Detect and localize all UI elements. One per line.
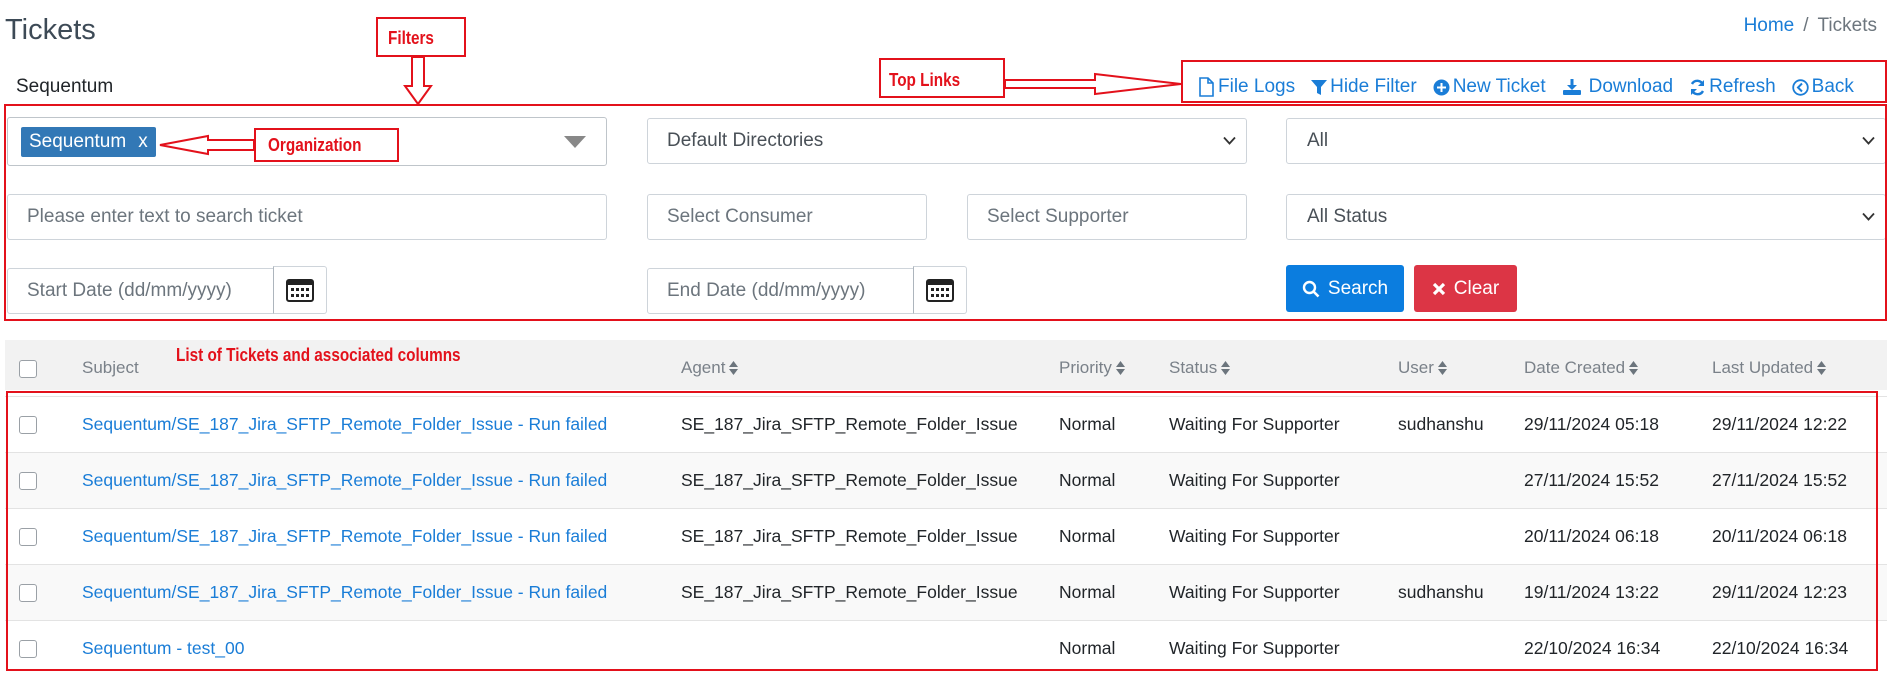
filters-annotation-label: Filters xyxy=(388,28,434,48)
sort-icon xyxy=(729,361,739,375)
column-header-date-created[interactable]: Date Created xyxy=(1524,358,1639,378)
page-title: Tickets xyxy=(5,14,96,46)
breadcrumb-separator: / xyxy=(1803,15,1809,36)
breadcrumb-current: Tickets xyxy=(1817,15,1877,36)
column-header-label: Status xyxy=(1169,358,1218,377)
column-header-status[interactable]: Status xyxy=(1169,358,1231,378)
column-header-label: Agent xyxy=(681,358,726,377)
breadcrumb: Home / Tickets xyxy=(1744,15,1877,37)
sort-icon xyxy=(1437,361,1447,375)
column-header-last-updated[interactable]: Last Updated xyxy=(1712,358,1827,378)
select-all-checkbox[interactable] xyxy=(19,360,37,378)
breadcrumb-home-link[interactable]: Home xyxy=(1744,15,1795,37)
sort-icon xyxy=(1817,361,1827,375)
column-header-label: Last Updated xyxy=(1712,358,1814,377)
column-header-agent[interactable]: Agent xyxy=(681,358,739,378)
top-links-arrow xyxy=(1004,72,1182,96)
column-header-label: Subject xyxy=(82,358,139,377)
filters-arrow xyxy=(403,56,433,106)
top-links-annotation-box xyxy=(1181,60,1887,103)
column-header-label: Priority xyxy=(1059,358,1112,377)
column-header-label: Date Created xyxy=(1524,358,1626,377)
column-header-label: User xyxy=(1398,358,1434,377)
column-header-subject: Subject xyxy=(82,358,139,378)
column-header-priority[interactable]: Priority xyxy=(1059,358,1125,378)
table-annotation-box xyxy=(6,391,1878,671)
table-annotation-label: List of Tickets and associated columns xyxy=(176,345,461,365)
sort-icon xyxy=(1115,361,1125,375)
top-links-annotation-label: Top Links xyxy=(889,70,961,90)
column-header-user[interactable]: User xyxy=(1398,358,1447,378)
sort-icon xyxy=(1629,361,1639,375)
organization-title: Sequentum xyxy=(16,76,114,97)
organization-annotation-label: Organization xyxy=(268,135,362,155)
sort-icon xyxy=(1221,361,1231,375)
